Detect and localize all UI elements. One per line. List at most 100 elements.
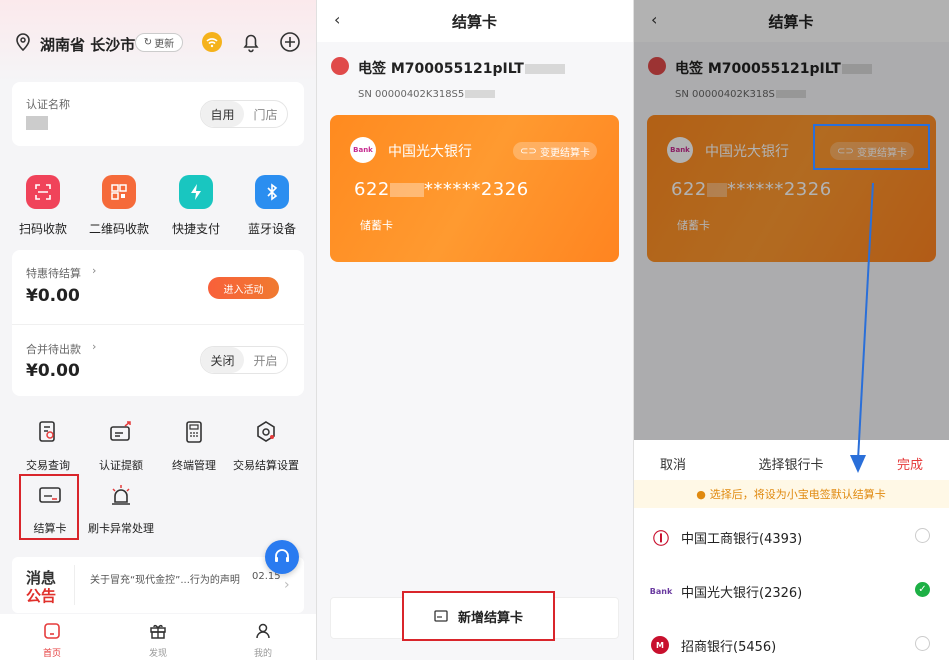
change-card-button[interactable]: ⊂⊃ 变更结算卡 [513, 142, 597, 160]
bank-option-icbc[interactable]: Ⓘ 中国工商银行(4393) [633, 512, 949, 562]
tool-transaction-query[interactable]: 交易查询 [8, 419, 88, 473]
bank-select-sheet: 取消 选择银行卡 完成 ● 选择后，将设为小宝电签默认结算卡 Ⓘ 中国工商银行(4… [633, 440, 949, 660]
device-icon [331, 57, 349, 75]
radio-selected-check-icon[interactable]: ✓ [915, 582, 930, 597]
chevron-right-icon[interactable]: › [92, 264, 96, 277]
auth-card: 认证名称 自用 门店 [12, 82, 304, 146]
logo-top: 消息 [26, 569, 57, 587]
tool-label: 交易查询 [26, 459, 70, 472]
add-card-button[interactable]: 新增结算卡 [402, 591, 555, 641]
bottom-tab-bar: 首页 发现 我的 [0, 614, 316, 660]
tab-label: 发现 [148, 649, 167, 659]
refresh-icon: ↻ [143, 37, 153, 48]
bank-option-cmb[interactable]: M 招商银行(5456) [633, 620, 949, 660]
enter-activity-button[interactable]: 进入活动 [208, 277, 279, 299]
modal-overlay[interactable] [633, 0, 949, 440]
notice-text: 选择后，将设为小宝电签默认结算卡 [709, 488, 886, 501]
merge-toggle[interactable]: 关闭 开启 [200, 346, 288, 374]
wifi-badge-icon[interactable] [201, 31, 223, 53]
info-icon: ● [696, 487, 706, 501]
toggle-store[interactable]: 门店 [244, 101, 287, 127]
radio-unselected[interactable] [915, 636, 930, 651]
tool-settlement-settings[interactable]: 交易结算设置 [226, 419, 306, 473]
divider [74, 565, 75, 605]
tab-home[interactable]: 首页 [22, 622, 82, 659]
bluetooth-icon [255, 175, 289, 209]
card-number-prefix: 622 [354, 179, 390, 200]
toggle-on[interactable]: 开启 [244, 347, 287, 373]
done-button[interactable]: 完成 [897, 454, 923, 473]
settlement-card-screen: ‹ 结算卡 电签 M700055121pILT SN 00000402K318S… [316, 0, 633, 660]
device-sn: SN 00000402K318S5 [358, 89, 496, 100]
quick-action-label: 二维码收款 [88, 222, 149, 236]
radio-unselected[interactable] [915, 528, 930, 543]
chevron-right-icon: › [284, 577, 290, 593]
tab-mine[interactable]: 我的 [233, 622, 293, 659]
quick-action-scan[interactable]: 扫码收款 [8, 175, 78, 237]
tab-label: 我的 [253, 649, 272, 659]
document-search-icon [39, 421, 55, 442]
blurred-text [524, 64, 565, 74]
quick-action-qrcode[interactable]: 二维码收款 [84, 175, 154, 237]
divider [12, 324, 304, 325]
alarm-icon [112, 485, 130, 505]
bank-logo-icon: Bank [350, 137, 376, 163]
announcement-card[interactable]: 消息 公告 关于冒充“现代金控”...行为的声明 02.15 › [12, 557, 304, 613]
highlight-box [813, 124, 930, 170]
bank-card[interactable]: Bank 中国光大银行 ⊂⊃ 变更结算卡 622 ******2326 储蓄卡 [330, 115, 619, 262]
lightning-icon [179, 175, 213, 209]
settings-gear-icon [257, 421, 275, 442]
auth-label: 认证名称 [26, 98, 70, 111]
home-screen: 湖南省 长沙市 ↻ 更新 认证名称 自用 门店 扫码收款 二维码收款 快捷支付 蓝… [0, 0, 316, 660]
tool-label: 刷卡异常处理 [88, 522, 154, 535]
add-card-label: 新增结算卡 [457, 610, 523, 626]
tab-discover[interactable]: 发现 [128, 622, 188, 659]
nav-bar: ‹ 结算卡 [316, 0, 633, 42]
location-pin-icon [16, 33, 30, 51]
bank-option-ceb[interactable]: Bank 中国光大银行(2326) ✓ [633, 566, 949, 616]
select-card-screen: ‹ 结算卡 电签 M700055121pILT SN 00000402K318S… [633, 0, 949, 660]
tool-label: 认证提额 [99, 459, 143, 472]
chevron-right-icon[interactable]: › [92, 340, 96, 353]
user-icon [256, 623, 270, 639]
tool-card-exception[interactable]: 刷卡异常处理 [81, 482, 161, 536]
balance-card: 特惠待结算 › ¥0.00 合并待出款 › ¥0.00 关闭 开启 [12, 250, 304, 396]
divider [633, 0, 634, 660]
location-text[interactable]: 湖南省 长沙市 [40, 34, 135, 55]
tab-label: 首页 [42, 649, 61, 659]
bank-option-name: 中国光大银行(2326) [681, 586, 803, 601]
card-number-suffix: ******2326 [423, 179, 529, 200]
merge-label: 合并待出款 [26, 343, 81, 356]
logo-bottom: 公告 [26, 587, 57, 605]
refresh-location-button[interactable]: ↻ 更新 [135, 33, 183, 52]
quick-action-fastpay[interactable]: 快捷支付 [161, 175, 231, 237]
tool-terminal-manage[interactable]: 终端管理 [154, 419, 234, 473]
change-label: 变更结算卡 [539, 147, 590, 159]
quick-action-label: 快捷支付 [171, 222, 220, 236]
card-icon [434, 610, 448, 622]
toggle-off[interactable]: 关闭 [201, 347, 244, 373]
tool-label: 终端管理 [172, 459, 216, 472]
card-type: 储蓄卡 [360, 219, 393, 232]
icbc-logo-icon: Ⓘ [652, 529, 669, 548]
quick-action-label: 扫码收款 [18, 222, 67, 236]
blurred-text [465, 90, 496, 98]
quick-action-bluetooth[interactable]: 蓝牙设备 [237, 175, 307, 237]
customer-service-button[interactable] [265, 540, 299, 574]
quick-action-label: 蓝牙设备 [247, 222, 296, 236]
refresh-label: 更新 [154, 39, 175, 50]
plus-circle-icon[interactable] [279, 31, 301, 53]
bank-name: 中国光大银行 [388, 144, 472, 160]
tool-label: 交易结算设置 [233, 459, 299, 472]
toggle-self-use[interactable]: 自用 [201, 101, 244, 127]
bell-icon[interactable] [240, 31, 262, 53]
scan-icon [26, 175, 60, 209]
promo-amount: ¥0.00 [26, 286, 80, 306]
headset-icon [275, 549, 289, 562]
limit-raise-icon [110, 421, 131, 441]
promo-label: 特惠待结算 [26, 267, 81, 280]
auth-usage-toggle[interactable]: 自用 门店 [200, 100, 288, 128]
tool-auth-limit[interactable]: 认证提额 [81, 419, 161, 473]
terminal-icon [186, 421, 202, 443]
divider [316, 0, 317, 660]
